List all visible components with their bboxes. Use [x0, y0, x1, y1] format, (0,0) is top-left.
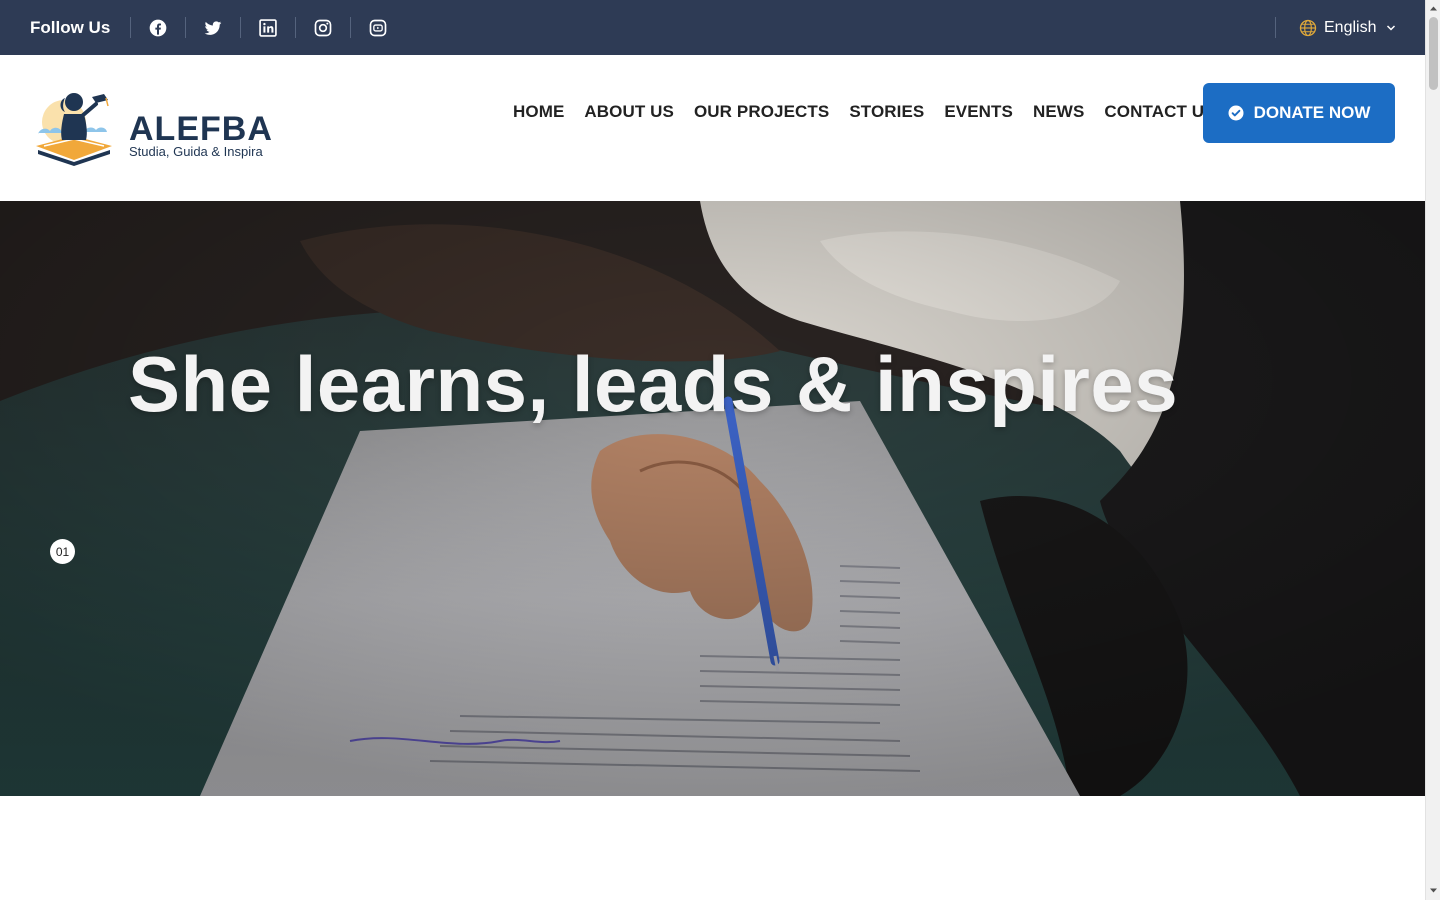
divider: [240, 17, 241, 38]
main-header: ALEFBA Studia, Guida & Inspira HOME ABOU…: [0, 55, 1425, 201]
check-circle-icon: [1228, 105, 1244, 121]
logo-mark-icon: [36, 93, 112, 166]
twitter-icon[interactable]: [202, 17, 224, 39]
facebook-icon[interactable]: [147, 17, 169, 39]
language-selector[interactable]: English: [1298, 0, 1396, 55]
divider: [130, 17, 131, 38]
logo-tagline: Studia, Guida & Inspira: [129, 144, 263, 159]
hero-title: She learns, leads & inspires: [128, 340, 1179, 428]
donate-label: DONATE NOW: [1253, 103, 1371, 122]
nav-item-news[interactable]: NEWS: [1033, 102, 1084, 122]
scroll-up-icon[interactable]: [1429, 4, 1438, 13]
youtube-icon[interactable]: [367, 17, 389, 39]
main-nav: HOME ABOUT US OUR PROJECTS STORIES EVENT…: [513, 55, 1236, 168]
nav-item-events[interactable]: EVENTS: [944, 102, 1013, 122]
scroll-down-icon[interactable]: [1429, 886, 1438, 895]
donate-now-button[interactable]: DONATE NOW: [1203, 83, 1395, 143]
divider: [295, 17, 296, 38]
follow-us-label: Follow Us: [30, 18, 111, 37]
site-logo[interactable]: ALEFBA Studia, Guida & Inspira: [34, 88, 284, 168]
hero-slider: She learns, leads & inspires 01: [0, 201, 1425, 796]
language-label: English: [1324, 18, 1377, 36]
nav-item-about-us[interactable]: ABOUT US: [584, 102, 674, 122]
divider: [1275, 17, 1276, 38]
nav-item-stories[interactable]: STORIES: [849, 102, 924, 122]
divider: [350, 17, 351, 38]
scroll-thumb[interactable]: [1429, 17, 1438, 90]
instagram-icon[interactable]: [312, 17, 334, 39]
slide-indicator[interactable]: 01: [50, 539, 75, 564]
page-scrollbar[interactable]: [1425, 0, 1440, 900]
linkedin-icon[interactable]: [257, 17, 279, 39]
nav-item-contact-us[interactable]: CONTACT US: [1104, 102, 1215, 122]
top-bar: Follow Us English: [0, 0, 1425, 55]
globe-icon: [1298, 18, 1318, 38]
nav-item-our-projects[interactable]: OUR PROJECTS: [694, 102, 829, 122]
divider: [185, 17, 186, 38]
chevron-down-icon: [1382, 23, 1396, 33]
hero-background-image: [0, 201, 1425, 796]
nav-item-home[interactable]: HOME: [513, 102, 564, 122]
